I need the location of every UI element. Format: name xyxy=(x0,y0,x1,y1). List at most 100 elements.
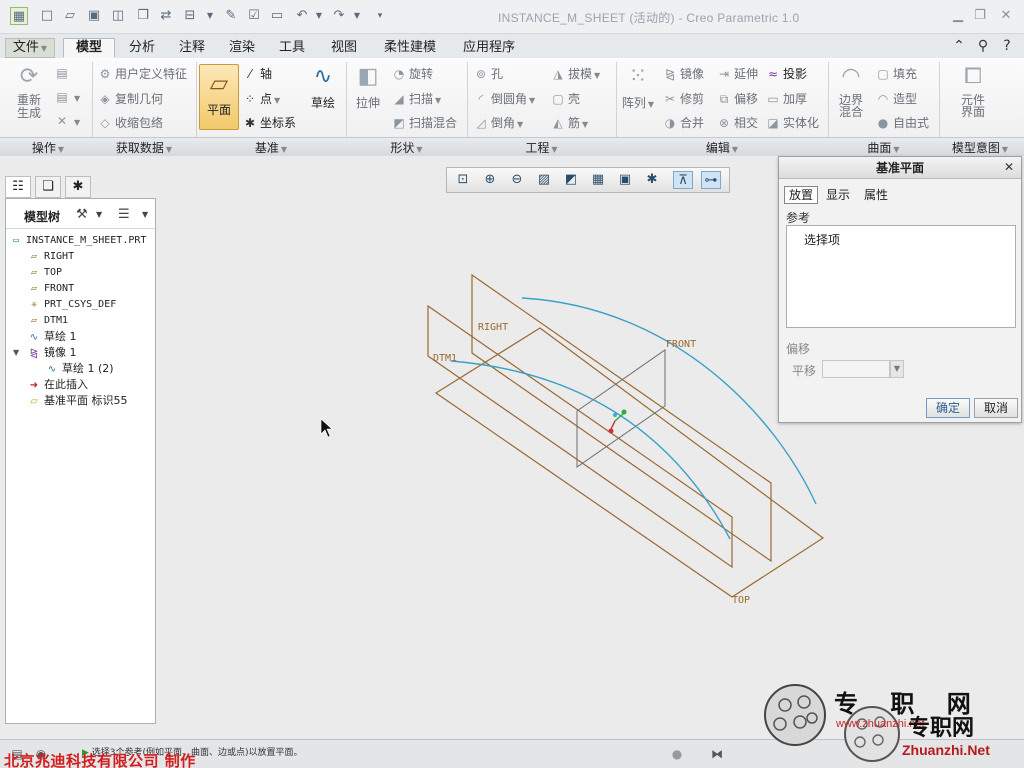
tab-annotate[interactable]: 注释 xyxy=(167,38,217,58)
round-button[interactable]: ◜ 倒圆角 ▼ xyxy=(474,90,536,107)
datum-display-icon[interactable]: ⊼ xyxy=(673,171,693,189)
undo-icon[interactable]: ↶ xyxy=(293,7,311,25)
tab-analysis[interactable]: 分析 xyxy=(117,38,167,58)
solidify-button[interactable]: ◪ 实体化 xyxy=(766,114,819,131)
search-icon[interactable]: ⚲ xyxy=(975,38,991,54)
tree-settings-icon[interactable]: ⚒ xyxy=(76,207,88,222)
group-operations[interactable]: 操作 ▼ xyxy=(6,139,90,156)
expand-toggle-icon[interactable]: ▼ xyxy=(13,345,19,361)
axis-button[interactable]: ⁄ 轴 xyxy=(243,65,272,82)
offset-button[interactable]: ⧉ 偏移 xyxy=(717,90,758,107)
close-dialog-icon[interactable]: ✕ xyxy=(1002,160,1016,174)
regen-icon[interactable]: ⇄ xyxy=(157,7,175,25)
references-collector[interactable]: 选择项 xyxy=(786,225,1016,328)
fill-button[interactable]: ▢ 填充 xyxy=(876,65,917,82)
plane-button[interactable]: ▱ 平面 xyxy=(199,64,239,130)
tree-item[interactable]: ▭ INSTANCE_M_SHEET.PRT xyxy=(9,233,146,249)
csys-button[interactable]: ✱ 坐标系 xyxy=(243,114,296,131)
edit-icon[interactable]: ✎ xyxy=(222,7,240,25)
tree-item[interactable]: ▱ FRONT xyxy=(27,281,74,297)
rib-button[interactable]: ◭ 筋 ▼ xyxy=(551,114,588,131)
tree-item[interactable]: ∿ 草绘 1 xyxy=(27,329,77,345)
shrinkwrap-button[interactable]: ◇ 收缩包络 xyxy=(98,114,163,131)
tree-item[interactable]: ▱ 基准平面 标识55 xyxy=(27,393,127,409)
checklist-icon[interactable]: ☑ xyxy=(245,7,263,25)
group-surfaces[interactable]: 曲面 ▼ xyxy=(828,139,939,156)
save-copy-icon[interactable]: ◫ xyxy=(109,7,127,25)
tree-settings-dropdown-icon[interactable]: ▼ xyxy=(96,210,102,219)
udf-button[interactable]: ⚙ 用户定义特征 xyxy=(98,65,187,82)
tree-item[interactable]: ✳ PRT_CSYS_DEF xyxy=(27,297,116,313)
tab-tools[interactable]: 工具 xyxy=(267,38,317,58)
redo-icon[interactable]: ↷ xyxy=(330,7,348,25)
tab-render[interactable]: 渲染 xyxy=(217,38,267,58)
tab-applications[interactable]: 应用程序 xyxy=(451,38,527,58)
restore-icon[interactable]: ❐ xyxy=(972,8,988,24)
revolve-button[interactable]: ◔ 旋转 xyxy=(392,65,433,82)
regenerate-button[interactable]: ⟳ 重新生成 xyxy=(8,64,50,120)
translation-input[interactable] xyxy=(822,360,890,378)
sketch-button[interactable]: ∿ 草绘 xyxy=(303,64,343,111)
save-icon[interactable]: ▣ xyxy=(85,7,103,25)
pattern-button[interactable]: ⁙ 阵列 ▼ xyxy=(621,64,655,111)
component-interface-button[interactable]: ⧠ 元件 界面 xyxy=(952,64,994,118)
window-icon[interactable]: ⊟ xyxy=(181,7,199,25)
shell-button[interactable]: ▢ 壳 xyxy=(551,90,580,107)
point-button[interactable]: ⁘ 点 ▼ xyxy=(243,90,280,107)
tree-item[interactable]: ∿ 草绘 1 (2) xyxy=(45,361,114,377)
group-editing[interactable]: 编辑 ▼ xyxy=(616,139,828,156)
mirror-button[interactable]: ⧎ 镜像 xyxy=(663,65,704,82)
repaint-icon[interactable]: ▨ xyxy=(534,171,554,189)
display-style-icon[interactable]: ◩ xyxy=(561,171,581,189)
merge-button[interactable]: ◑ 合并 xyxy=(663,114,704,131)
redo-dropdown-icon[interactable]: ▼ xyxy=(348,7,366,25)
intersect-button[interactable]: ⊗ 相交 xyxy=(717,114,758,131)
model-tree-tab[interactable]: ☷ xyxy=(5,176,31,198)
window-dropdown-icon[interactable]: ▼ xyxy=(201,7,219,25)
new-file-icon[interactable]: □ xyxy=(38,7,56,25)
zoom-in-icon[interactable]: ⊕ xyxy=(480,171,500,189)
folder-icon[interactable]: ▭ xyxy=(268,7,286,25)
group-datum[interactable]: 基准 ▼ xyxy=(196,139,346,156)
favorites-tab[interactable]: ✱ xyxy=(65,176,91,198)
paste-icon[interactable]: ▤ xyxy=(55,66,72,80)
boundary-blend-button[interactable]: ◠ 边界 混合 xyxy=(832,64,870,118)
copy-geometry-button[interactable]: ◈ 复制几何 xyxy=(98,90,163,107)
customize-toolbar-icon[interactable]: ▾ xyxy=(371,7,389,25)
saved-views-icon[interactable]: ▦ xyxy=(588,171,608,189)
tree-item[interactable]: ➜ 在此插入 xyxy=(27,377,88,393)
ok-button[interactable]: 确定 xyxy=(926,398,970,418)
references-select-item[interactable]: 选择项 xyxy=(804,231,840,248)
thicken-button[interactable]: ▭ 加厚 xyxy=(766,90,807,107)
freestyle-button[interactable]: ● 自由式 xyxy=(876,114,929,131)
delete-icon[interactable]: ✕ ▼ xyxy=(55,114,80,128)
minimize-icon[interactable]: ▁ xyxy=(950,8,966,24)
tab-file[interactable]: 文件 ▼ xyxy=(5,38,55,58)
group-get-data[interactable]: 获取数据 ▼ xyxy=(92,139,196,156)
group-model-intent[interactable]: 模型意图 ▼ xyxy=(939,139,1021,156)
translation-dropdown-icon[interactable]: ▼ xyxy=(890,360,904,378)
extend-button[interactable]: ⇥ 延伸 xyxy=(717,65,758,82)
paste-special-icon[interactable]: ▤ ▼ xyxy=(55,90,80,104)
tree-show-dropdown-icon[interactable]: ▼ xyxy=(142,210,148,219)
view-manager-icon[interactable]: ▣ xyxy=(615,171,635,189)
annotation-display-icon[interactable]: ⊶ xyxy=(701,171,721,189)
zoom-out-icon[interactable]: ⊖ xyxy=(507,171,527,189)
tab-display[interactable]: 显示 xyxy=(821,186,855,204)
style-button[interactable]: ◠ 造型 xyxy=(876,90,917,107)
tree-show-icon[interactable]: ☰ xyxy=(118,207,130,222)
cancel-button[interactable]: 取消 xyxy=(974,398,1018,418)
filter-icon[interactable]: ⧓ xyxy=(708,745,726,763)
folder-browser-tab[interactable]: ❏ xyxy=(35,176,61,198)
tree-item[interactable]: ▼ ⧎ 镜像 1 xyxy=(13,345,77,361)
copy-icon[interactable]: ❐ xyxy=(134,7,152,25)
tab-properties[interactable]: 属性 xyxy=(859,186,893,204)
tree-item[interactable]: ▱ TOP xyxy=(27,265,62,281)
help-icon[interactable]: ? xyxy=(999,38,1015,54)
collapse-ribbon-icon[interactable]: ⌃ xyxy=(951,38,967,54)
project-button[interactable]: ≈ 投影 xyxy=(766,65,807,82)
close-window-icon[interactable]: ✕ xyxy=(998,8,1014,24)
open-folder-icon[interactable]: ▱ xyxy=(61,7,79,25)
tab-flexible-modeling[interactable]: 柔性建模 xyxy=(371,38,449,58)
tab-view[interactable]: 视图 xyxy=(319,38,369,58)
